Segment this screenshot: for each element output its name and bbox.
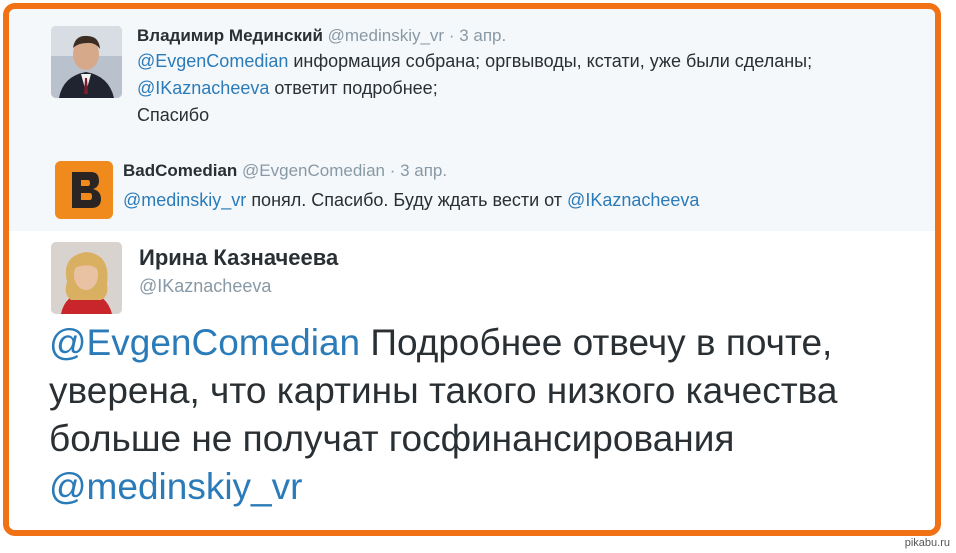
author-name[interactable]: Владимир Мединский	[137, 26, 323, 45]
tweet-text: @EvgenComedian информация собрана; оргвы…	[137, 48, 877, 129]
tweet-kaznacheeva[interactable]: Ирина Казначеева @IKaznacheeva @EvgenCom…	[9, 231, 935, 530]
tweet-header: BadComedian @EvgenComedian · 3 апр.	[123, 161, 447, 181]
author-handle[interactable]: @EvgenComedian	[242, 161, 385, 180]
tweet-header: Владимир Мединский @medinskiy_vr · 3 апр…	[137, 26, 506, 46]
mention-link[interactable]: @IKaznacheeva	[137, 78, 269, 98]
tweet-text-part: информация собрана; оргвыводы, кстати, у…	[288, 51, 813, 71]
screenshot-frame: Владимир Мединский @medinskiy_vr · 3 апр…	[3, 3, 941, 536]
mention-link[interactable]: @medinskiy_vr	[123, 190, 246, 210]
tweet-text-part: понял. Спасибо. Буду ждать вести от	[246, 190, 568, 210]
avatar-badcomedian[interactable]	[55, 161, 113, 219]
tweet-date[interactable]: 3 апр.	[459, 26, 506, 45]
mention-link[interactable]: @medinskiy_vr	[49, 466, 302, 507]
tweet-medinsky[interactable]: Владимир Мединский @medinskiy_vr · 3 апр…	[9, 9, 935, 150]
avatar-kaznacheeva-image	[51, 242, 122, 314]
tweet-text: @medinskiy_vr понял. Спасибо. Буду ждать…	[123, 187, 699, 214]
avatar-medinsky[interactable]	[51, 26, 122, 98]
author-name[interactable]: Ирина Казначеева	[139, 245, 338, 271]
mention-link[interactable]: @EvgenComedian	[137, 51, 288, 71]
badcomedian-logo-icon	[55, 161, 113, 219]
separator-dot: ·	[384, 161, 401, 180]
mention-link[interactable]: @IKaznacheeva	[567, 190, 699, 210]
avatar-medinsky-image	[51, 26, 122, 98]
author-handle[interactable]: @medinskiy_vr	[328, 26, 444, 45]
tweet-date[interactable]: 3 апр.	[400, 161, 447, 180]
separator-dot: ·	[444, 26, 460, 45]
author-name[interactable]: BadComedian	[123, 161, 237, 180]
tweet-text: @EvgenComedian Подробнее отвечу в почте,…	[49, 319, 909, 511]
avatar-kaznacheeva[interactable]	[51, 242, 122, 314]
author-handle[interactable]: @IKaznacheeva	[139, 276, 271, 297]
watermark: pikabu.ru	[904, 537, 950, 549]
tweet-badcomedian[interactable]: BadComedian @EvgenComedian · 3 апр. @med…	[9, 149, 935, 232]
tweet-text-part: ответит подробнее;	[269, 78, 438, 98]
mention-link[interactable]: @EvgenComedian	[49, 322, 360, 363]
tweet-text-part: Спасибо	[137, 105, 210, 125]
